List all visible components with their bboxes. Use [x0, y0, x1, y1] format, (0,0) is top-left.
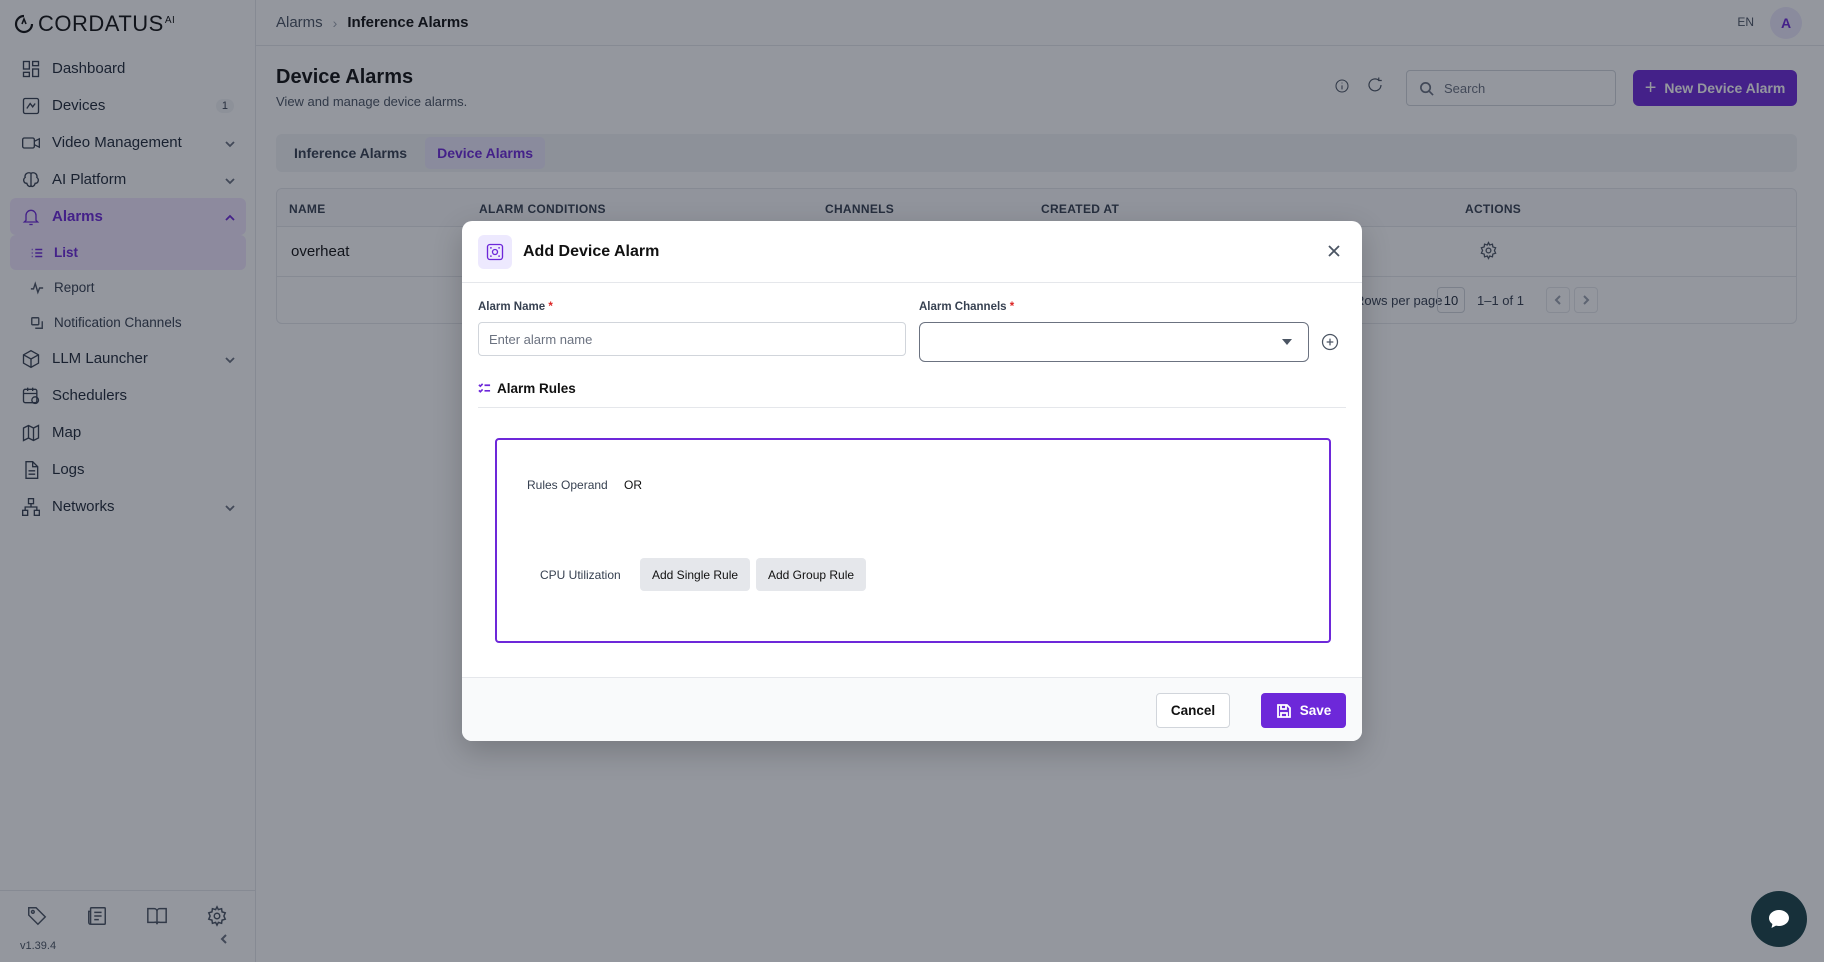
rules-builder: Rules Operand OR CPU Utilization Add Sin…	[495, 438, 1331, 643]
rules-operand-label: Rules Operand	[527, 478, 608, 492]
checklist-icon	[478, 383, 491, 393]
alarm-channels-label-text: Alarm Channels	[919, 301, 1007, 313]
alarm-rules-heading: Alarm Rules	[478, 381, 576, 396]
required-mark: *	[548, 301, 553, 313]
required-mark: *	[1009, 301, 1015, 313]
dialog-footer: Cancel Save	[462, 677, 1362, 741]
rule-field-label: CPU Utilization	[540, 568, 621, 582]
save-icon	[1276, 703, 1291, 718]
close-icon[interactable]	[1326, 243, 1342, 264]
alarm-name-input[interactable]	[478, 322, 906, 356]
save-label: Save	[1299, 703, 1332, 718]
cancel-button[interactable]: Cancel	[1156, 693, 1230, 728]
add-group-rule-button[interactable]: Add Group Rule	[756, 558, 867, 591]
device-alarm-icon	[478, 235, 512, 269]
save-button[interactable]: Save	[1261, 693, 1346, 728]
dialog-title: Add Device Alarm	[523, 243, 660, 260]
alarm-channels-label: Alarm Channels *	[919, 301, 1014, 313]
alarm-rules-title: Alarm Rules	[497, 381, 576, 396]
alarm-name-label-text: Alarm Name	[478, 301, 546, 313]
alarm-name-label: Alarm Name *	[478, 301, 553, 313]
alarm-channels-select[interactable]	[919, 322, 1309, 362]
chat-bubble-icon	[1769, 910, 1789, 928]
rules-operand-value[interactable]: OR	[624, 478, 642, 492]
dialog-header: Add Device Alarm	[462, 221, 1362, 283]
add-channel-icon[interactable]	[1320, 332, 1340, 357]
add-device-alarm-dialog: Add Device Alarm Alarm Name * Alarm Chan…	[462, 221, 1362, 741]
add-single-rule-button[interactable]: Add Single Rule	[640, 558, 751, 591]
divider	[478, 407, 1346, 408]
dropdown-caret-icon	[1282, 339, 1292, 345]
chat-button[interactable]	[1751, 891, 1807, 947]
